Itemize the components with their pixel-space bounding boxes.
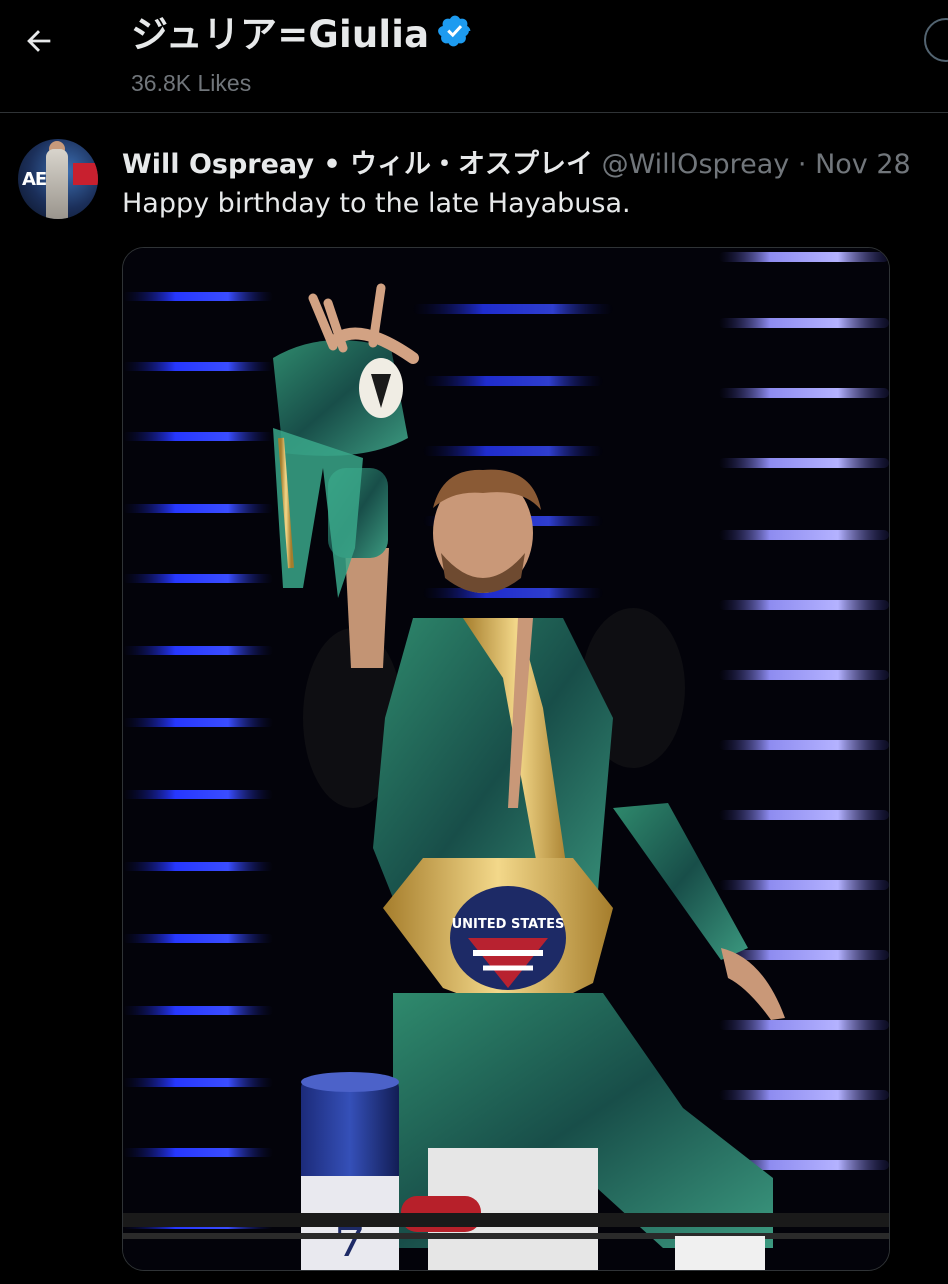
avatar-figure-body	[46, 149, 68, 219]
page-title: ジュリア=Giulia	[131, 13, 430, 56]
tweet-timestamp[interactable]: Nov 28	[815, 149, 911, 180]
likes-count: 36.8K Likes	[131, 70, 252, 96]
tweet[interactable]: AEW Will Ospreay • ウィル・オスプレイ @WillOsprea…	[0, 113, 948, 1284]
back-button[interactable]	[14, 16, 64, 66]
display-name[interactable]: Will Ospreay • ウィル・オスプレイ	[122, 149, 593, 180]
tweet-meta: Will Ospreay • ウィル・オスプレイ @WillOspreay · …	[122, 142, 911, 181]
tweet-text: Happy birthday to the late Hayabusa.	[122, 188, 631, 219]
avatar-banner-red	[73, 163, 98, 185]
tweet-media-photo[interactable]: UNITED STATES 7	[122, 247, 890, 1271]
header-title-block: ジュリア=Giulia 36.8K Likes	[131, 4, 473, 97]
belt-label: UNITED STATES	[452, 917, 565, 932]
user-handle[interactable]: @WillOspreay	[602, 149, 790, 180]
avatar[interactable]: AEW	[18, 139, 98, 219]
profile-header: ジュリア=Giulia 36.8K Likes	[0, 0, 948, 113]
wrestler-photo: UNITED STATES 7	[123, 248, 889, 1270]
arrow-left-icon	[27, 30, 51, 52]
verified-badge-icon	[438, 15, 471, 47]
meta-separator: ·	[797, 149, 807, 180]
more-button[interactable]	[924, 18, 948, 62]
ring-post: 7	[301, 1072, 399, 1270]
